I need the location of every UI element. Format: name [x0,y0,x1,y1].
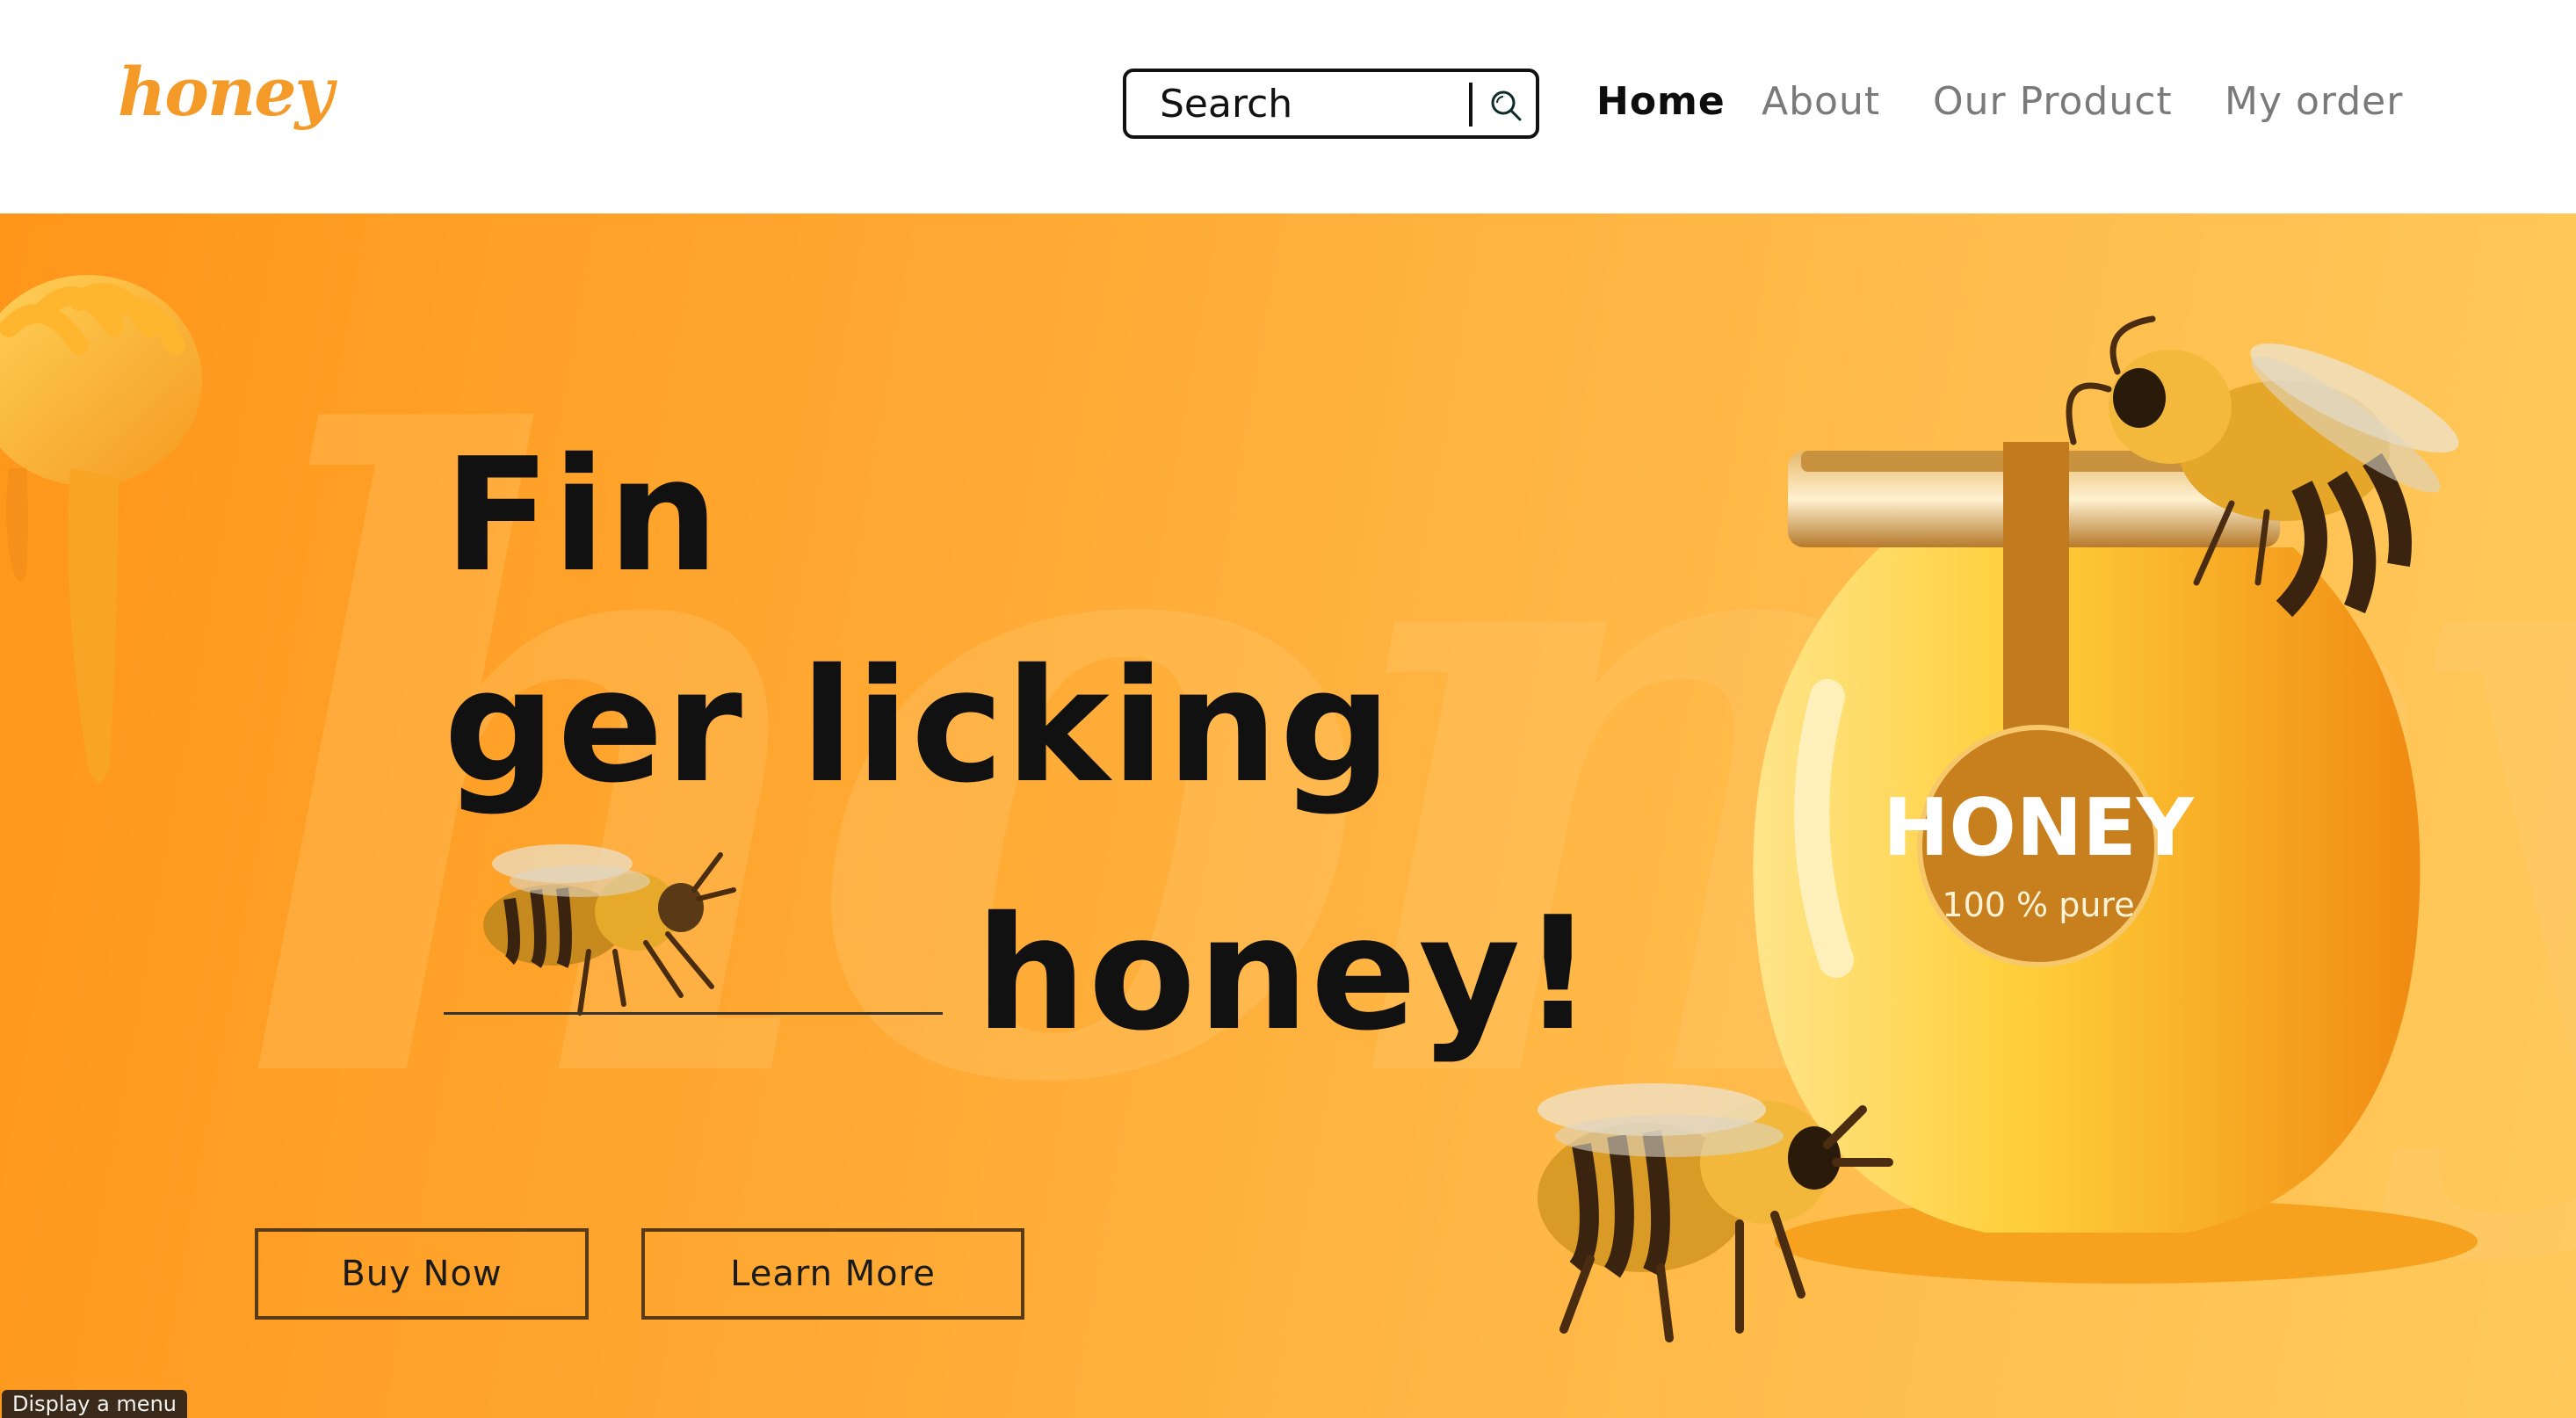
headline-line-3: honey! [975,883,1596,1065]
search-icon[interactable] [1487,86,1525,125]
nav-about[interactable]: About [1762,79,1880,132]
honey-dipper-icon [0,275,202,783]
headline-line-1: Fin [444,424,721,606]
headline-underline [444,1012,943,1015]
brand-logo[interactable]: honey [118,53,334,131]
nav-home[interactable]: Home [1596,79,1726,132]
bee-icon [2066,315,2459,618]
search-box[interactable] [1123,69,1539,139]
site-header: honey Home About Our Product My order [0,0,2576,213]
jar-label-subtitle: 100 % pure [1942,886,2134,924]
bee-icon [483,844,736,1016]
bee-icon [1538,1083,1893,1342]
hero-section: honey Fin ger licking honey! Buy Now Lea… [0,213,2576,1418]
text-cursor [1469,83,1473,127]
headline-line-2: ger licking [444,635,1393,817]
search-input[interactable] [1160,79,1494,128]
buy-now-button[interactable]: Buy Now [255,1228,589,1320]
learn-more-button[interactable]: Learn More [641,1228,1024,1320]
jar-label-title: HONEY [1883,782,2196,874]
tooltip: Display a menu [2,1390,187,1418]
nav-our-product[interactable]: Our Product [1933,79,2173,132]
nav-my-order[interactable]: My order [2225,79,2403,132]
